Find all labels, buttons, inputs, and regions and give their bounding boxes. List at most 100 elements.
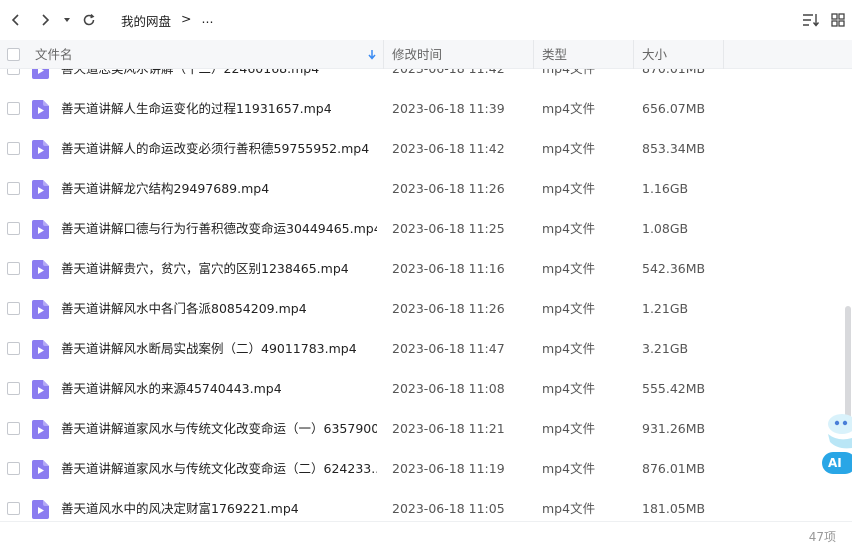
file-row[interactable]: 善天道讲解人生命运变化的过程11931657.mp4 2023-06-18 11:… (0, 89, 852, 129)
table-header: 文件名 修改时间 类型 大小 (0, 40, 852, 69)
file-type: mp4文件 (542, 221, 596, 236)
file-row[interactable]: 善天道讲解风水的来源45740443.mp4 2023-06-18 11:08 mp… (0, 369, 852, 409)
file-type: mp4文件 (542, 141, 596, 156)
sort-icon (803, 14, 820, 27)
file-size: 1.16GB (642, 181, 689, 196)
file-row[interactable]: 善天道风水中的风决定财富1769221.mp4 2023-06-18 11:05 m… (0, 489, 852, 521)
file-name[interactable]: 善天道讲解人的命运改变必须行善积德59755952.mp4 (61, 129, 377, 169)
column-header-type-label: 类型 (542, 47, 568, 62)
file-name[interactable]: 善天道讲解风水断局实战案例（二）49011783.mp4 (61, 329, 377, 369)
file-row[interactable]: 善天道讲解道家风水与传统文化改变命运（二）624233.... 2023-06-1… (0, 449, 852, 489)
file-type: mp4文件 (542, 501, 596, 516)
file-row[interactable]: 善天道讲解风水断局实战案例（二）49011783.mp4 2023-06-18 1… (0, 329, 852, 369)
row-checkbox[interactable] (7, 142, 20, 155)
row-checkbox[interactable] (7, 262, 20, 275)
row-checkbox[interactable] (7, 302, 20, 315)
file-size: 555.42MB (642, 381, 706, 396)
column-header-modified-label: 修改时间 (392, 47, 443, 62)
video-file-icon (32, 220, 49, 239)
footer-divider (0, 521, 852, 522)
column-divider[interactable] (633, 40, 634, 69)
column-divider[interactable] (383, 40, 384, 69)
file-name[interactable]: 善天道讲解道家风水与传统文化改变命运（二）624233.... (61, 449, 377, 489)
video-file-icon (32, 140, 49, 159)
item-count: 47项 (808, 530, 836, 544)
file-name[interactable]: 善天道讲解道家风水与传统文化改变命运（一）6357900... (61, 409, 377, 449)
video-file-icon (32, 260, 49, 279)
file-name[interactable]: 善天道讲解贵穴，贫穴，富穴的区别1238465.mp4 (61, 249, 377, 289)
row-checkbox[interactable] (7, 382, 20, 395)
file-row[interactable]: 善天道讲解贵穴，贫穴，富穴的区别1238465.mp4 2023-06-18 11… (0, 249, 852, 289)
column-header-modified[interactable]: 修改时间 (392, 40, 442, 69)
file-modified-time: 2023-06-18 11:16 (392, 261, 505, 276)
column-divider[interactable] (723, 40, 724, 69)
file-modified-time: 2023-06-18 11:47 (392, 341, 505, 356)
file-row[interactable]: 善天道讲解人的命运改变必须行善积德59755952.mp4 2023-06-18 … (0, 129, 852, 169)
row-checkbox[interactable] (7, 69, 20, 75)
file-name[interactable]: 善天道讲解龙穴结构29497689.mp4 (61, 169, 377, 209)
chevron-right-icon (42, 14, 50, 26)
video-file-icon (32, 500, 49, 519)
row-checkbox[interactable] (7, 182, 20, 195)
file-type: mp4文件 (542, 301, 596, 316)
row-checkbox[interactable] (7, 102, 20, 115)
file-name[interactable]: 善天道风水中的风决定财富1769221.mp4 (61, 489, 377, 521)
sort-arrow-down-icon[interactable] (367, 49, 377, 60)
file-row[interactable]: 善天道讲解道家风水与传统文化改变命运（一）6357900... 2023-06-1… (0, 409, 852, 449)
scrollbar-thumb[interactable] (845, 306, 851, 426)
row-checkbox[interactable] (7, 342, 20, 355)
row-checkbox[interactable] (7, 422, 20, 435)
file-row[interactable]: 善天道讲解风水中各门各派80854209.mp4 2023-06-18 11:26… (0, 289, 852, 329)
file-list: 善天道总美风水讲解（十二）22460168.mp4 2023-06-18 11:4… (0, 69, 852, 521)
file-size: 181.05MB (642, 501, 706, 516)
breadcrumb-separator: > (181, 11, 192, 26)
history-dropdown-button[interactable] (57, 8, 77, 32)
file-size: 542.36MB (642, 261, 706, 276)
row-checkbox[interactable] (7, 502, 20, 515)
back-button[interactable] (4, 8, 28, 32)
file-row[interactable]: 善天道总美风水讲解（十二）22460168.mp4 2023-06-18 11:4… (0, 69, 852, 89)
file-name[interactable]: 善天道讲解风水的来源45740443.mp4 (61, 369, 377, 409)
select-all-checkbox[interactable] (7, 48, 20, 61)
breadcrumb: 我的网盘 > ... (121, 11, 213, 30)
file-size: 853.34MB (642, 141, 706, 156)
sort-button[interactable] (800, 9, 822, 31)
chevron-left-icon (11, 14, 19, 26)
file-rows: 善天道总美风水讲解（十二）22460168.mp4 2023-06-18 11:4… (0, 69, 852, 521)
file-type: mp4文件 (542, 101, 596, 116)
refresh-icon (83, 13, 95, 26)
row-checkbox[interactable] (7, 462, 20, 475)
file-name[interactable]: 善天道讲解风水中各门各派80854209.mp4 (61, 289, 377, 329)
file-name[interactable]: 善天道讲解口德与行为行善积德改变命运30449465.mp4 (61, 209, 377, 249)
video-file-icon (32, 69, 49, 79)
assistant-widget[interactable]: AI (818, 412, 852, 474)
column-header-type[interactable]: 类型 (542, 40, 567, 69)
file-type: mp4文件 (542, 69, 595, 89)
file-type: mp4文件 (542, 381, 596, 396)
file-size: 1.21GB (642, 301, 689, 316)
video-file-icon (32, 100, 49, 119)
refresh-button[interactable] (77, 8, 101, 32)
file-size: 656.07MB (642, 101, 706, 116)
grid-view-button[interactable] (827, 9, 849, 31)
breadcrumb-more[interactable]: ... (202, 11, 214, 30)
file-modified-time: 2023-06-18 11:42 (392, 141, 505, 156)
file-name[interactable]: 善天道讲解人生命运变化的过程11931657.mp4 (61, 89, 377, 129)
forward-button[interactable] (33, 8, 57, 32)
column-header-size[interactable]: 大小 (642, 40, 667, 69)
row-checkbox[interactable] (7, 222, 20, 235)
video-file-icon (32, 340, 49, 359)
file-modified-time: 2023-06-18 11:26 (392, 301, 505, 316)
video-file-icon (32, 420, 49, 439)
column-header-name[interactable]: 文件名 (35, 40, 380, 69)
column-header-name-label: 文件名 (35, 47, 73, 62)
breadcrumb-root[interactable]: 我的网盘 (121, 11, 171, 30)
file-row[interactable]: 善天道讲解龙穴结构29497689.mp4 2023-06-18 11:26 mp4… (0, 169, 852, 209)
video-file-icon (32, 300, 49, 319)
file-row[interactable]: 善天道讲解口德与行为行善积德改变命运30449465.mp4 2023-06-18… (0, 209, 852, 249)
column-divider[interactable] (533, 40, 534, 69)
column-header-size-label: 大小 (642, 47, 668, 62)
grid-view-icon (831, 13, 845, 27)
top-toolbar: 我的网盘 > ... (0, 0, 852, 40)
file-name[interactable]: 善天道总美风水讲解（十二）22460168.mp4 (61, 69, 377, 89)
